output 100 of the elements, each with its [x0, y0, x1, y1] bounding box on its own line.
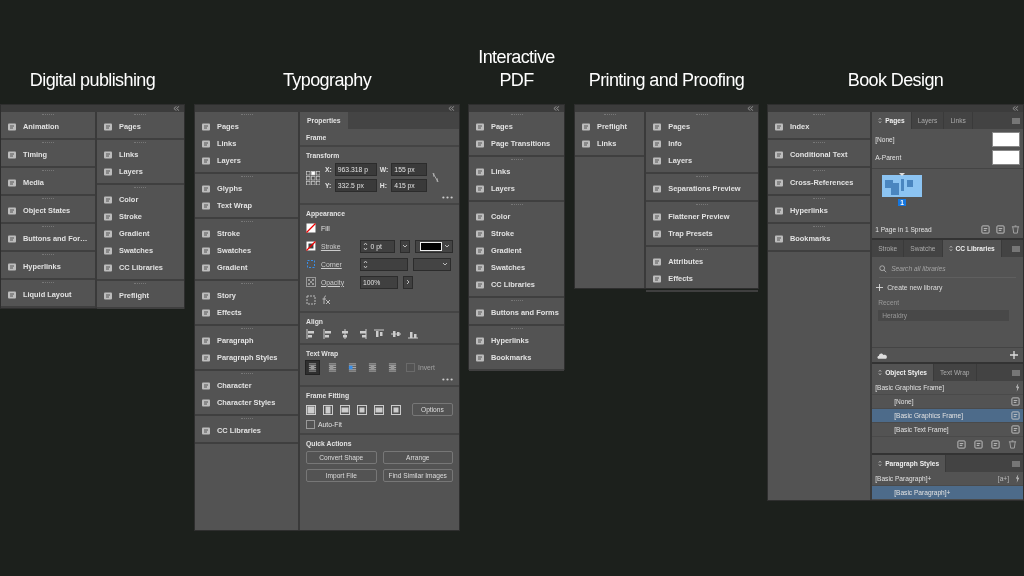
page-thumbnail[interactable] — [992, 132, 1020, 147]
panel-icon — [652, 211, 663, 222]
caret-icon — [444, 244, 450, 248]
text-wrap-icon — [348, 363, 357, 372]
plus-icon[interactable] — [1010, 351, 1018, 360]
panel-icon — [7, 261, 17, 272]
frame-fitting-icon[interactable] — [357, 404, 367, 415]
panel-icon — [102, 194, 113, 205]
panel-icon — [102, 262, 113, 273]
panel-icon — [652, 155, 663, 166]
lightning-icon[interactable] — [1015, 383, 1020, 393]
collapse-icon[interactable] — [1012, 106, 1019, 111]
no-fill-icon[interactable] — [306, 223, 316, 233]
wrap-option-button[interactable] — [366, 361, 379, 374]
panel-icon — [774, 233, 784, 244]
panel-icon — [652, 256, 663, 267]
panel-icon — [581, 121, 591, 132]
panel-icon — [475, 138, 485, 149]
more-icon[interactable] — [442, 378, 453, 381]
panel-icon — [475, 245, 485, 256]
align-icon[interactable] — [357, 329, 367, 339]
corner-icon[interactable] — [306, 259, 316, 269]
panel-icon — [7, 149, 17, 160]
frame-fitting-icon[interactable] — [323, 404, 333, 415]
wrap-option-button[interactable] — [326, 361, 339, 374]
sort-icon — [948, 244, 953, 252]
cloud-icon[interactable] — [877, 351, 889, 359]
wrap-option-button[interactable] — [306, 361, 319, 374]
caret-icon — [442, 262, 448, 266]
collapse-icon[interactable] — [173, 106, 180, 111]
panel-icon — [201, 228, 211, 239]
align-icon[interactable] — [306, 329, 316, 339]
panel-icon — [774, 177, 784, 188]
workspace-title: Book Design — [847, 69, 944, 92]
align-icon[interactable] — [340, 329, 350, 339]
search-icon — [879, 264, 888, 273]
panel-icon — [475, 121, 485, 132]
align-icon[interactable] — [374, 329, 384, 339]
panel-icon — [475, 307, 485, 318]
sort-icon — [878, 460, 883, 467]
panel-icon — [652, 273, 663, 284]
wrap-option-button[interactable] — [386, 361, 399, 374]
align-icon[interactable] — [408, 329, 418, 339]
panel-icon — [475, 352, 485, 363]
align-icon[interactable] — [323, 329, 333, 339]
collapse-icon[interactable] — [448, 106, 455, 111]
stepper-icon[interactable] — [362, 241, 368, 251]
collapse-icon[interactable] — [553, 106, 560, 111]
panel-icon — [652, 138, 663, 149]
panel-icon — [102, 228, 113, 239]
frame-fitting-icon[interactable] — [340, 404, 350, 415]
panel-icon — [102, 245, 113, 256]
panel-icon — [652, 121, 663, 132]
stroke-color-dropdown[interactable] — [415, 239, 453, 253]
trash-icon[interactable] — [1011, 224, 1020, 234]
dropdown-button[interactable] — [400, 239, 411, 253]
panel-icon — [201, 425, 211, 436]
text-wrap-icon — [388, 363, 397, 372]
no-stroke-icon[interactable] — [306, 241, 316, 251]
frame-fitting-icon[interactable] — [306, 404, 316, 415]
panel-icon — [201, 335, 211, 346]
frame-fitting-icon[interactable] — [374, 404, 384, 415]
panel-icon — [201, 380, 211, 391]
effects-icon[interactable] — [321, 295, 331, 305]
panel-icon — [201, 307, 211, 318]
panel-icon — [201, 121, 211, 132]
collapse-icon[interactable] — [747, 106, 754, 111]
panel-icon — [774, 121, 784, 132]
panel-icon — [774, 149, 784, 160]
opacity-icon[interactable] — [306, 277, 316, 287]
menu-icon[interactable] — [1012, 370, 1020, 377]
align-icon[interactable] — [391, 329, 401, 339]
panel-icon — [475, 183, 485, 194]
panel-icon — [581, 138, 591, 149]
panel-icon — [7, 233, 17, 244]
text-wrap-icon — [308, 363, 317, 372]
menu-icon[interactable] — [1012, 245, 1020, 252]
panel-icon — [475, 262, 485, 273]
more-icon[interactable] — [442, 196, 453, 199]
panel-icon — [201, 262, 211, 273]
wrap-option-button[interactable] — [346, 361, 359, 374]
panel-icon — [7, 121, 17, 132]
dropdown-button[interactable] — [403, 275, 413, 289]
panel-icon — [201, 245, 211, 256]
stepper-icon[interactable] — [363, 259, 368, 269]
caret-icon — [402, 244, 409, 248]
panel-icon — [102, 211, 113, 222]
panel-icon — [774, 205, 784, 216]
trash-icon[interactable] — [1008, 440, 1017, 450]
workspace-title: Printing and Proofing — [588, 69, 745, 92]
panel-icon — [102, 290, 113, 301]
frame-fitting-icon[interactable] — [391, 404, 401, 415]
corner-radius-field[interactable] — [360, 257, 408, 271]
lightning-icon[interactable] — [1015, 474, 1020, 483]
sort-icon — [878, 117, 883, 124]
dashed-square-icon[interactable] — [306, 295, 316, 305]
spread-thumbnail[interactable] — [882, 173, 923, 197]
panel-icon — [201, 155, 211, 166]
page-thumbnail[interactable] — [992, 150, 1020, 165]
reference-point-icon[interactable] — [306, 170, 320, 185]
